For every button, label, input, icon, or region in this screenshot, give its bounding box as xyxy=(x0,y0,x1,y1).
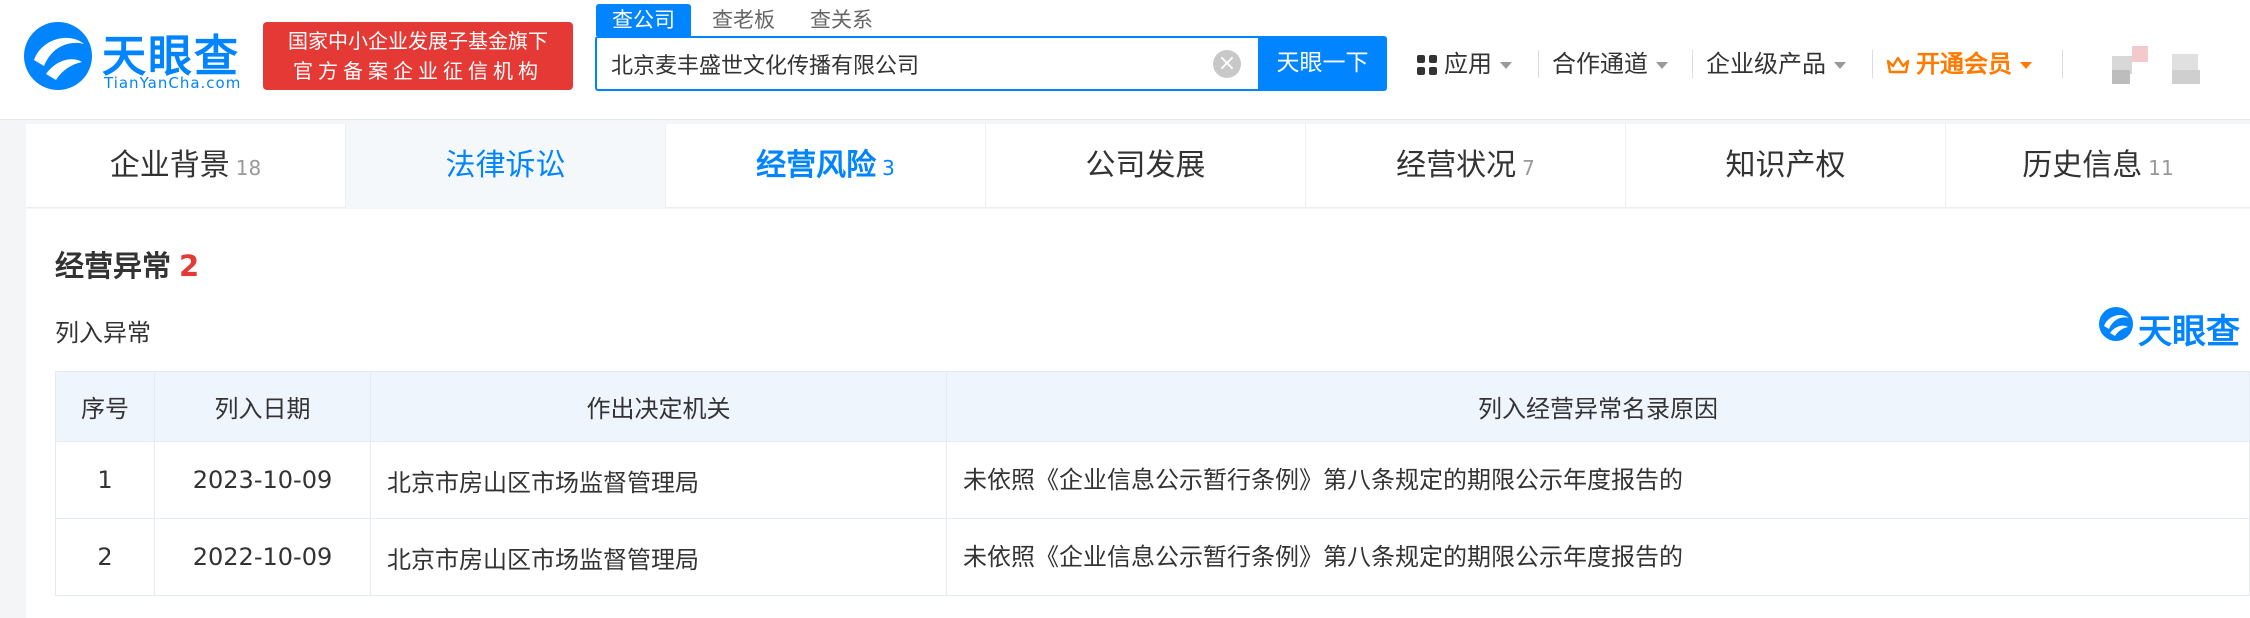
nav-vip[interactable]: 开通会员 xyxy=(1886,44,2032,84)
tab-development[interactable]: 公司发展 xyxy=(986,124,1306,208)
cell-authority: 北京市房山区市场监督管理局 xyxy=(370,441,947,519)
nav-partner-label: 合作通道 xyxy=(1552,50,1648,78)
cell-no: 2 xyxy=(55,518,155,596)
header-no: 序号 xyxy=(55,371,155,442)
search-input[interactable] xyxy=(611,46,1191,82)
section-tabs: 企业背景 18 法律诉讼 经营风险 3 公司发展 经营状况 7 知识产权 历史信息 11 xyxy=(26,124,2250,208)
cell-date: 2022-10-09 xyxy=(154,518,371,596)
tab-business-risk[interactable]: 经营风险 3 xyxy=(666,124,986,208)
nav-enterprise-label: 企业级产品 xyxy=(1706,50,1826,78)
tab-count: 7 xyxy=(1522,156,1535,180)
grid-icon xyxy=(1417,55,1437,75)
cell-no: 1 xyxy=(55,441,155,519)
cell-reason: 未依照《企业信息公示暂行条例》第八条规定的期限公示年度报告的 xyxy=(946,441,2250,519)
tab-count: 18 xyxy=(235,156,262,180)
tab-count: 11 xyxy=(2148,156,2174,180)
abnormal-table: 序号 列入日期 作出决定机关 列入经营异常名录原因 1 2023-10-09 北… xyxy=(55,371,2250,596)
search-box: × xyxy=(595,36,1258,91)
nav-apps-label: 应用 xyxy=(1444,50,1492,78)
logo-mark-icon xyxy=(24,22,92,90)
section-count: 2 xyxy=(179,249,200,283)
tab-label: 经营风险 xyxy=(756,148,877,183)
nav-enterprise[interactable]: 企业级产品 xyxy=(1706,44,1846,84)
nav-divider xyxy=(1692,50,1693,78)
tab-label: 知识产权 xyxy=(1725,148,1846,183)
section-subtitle: 列入异常 xyxy=(55,319,151,347)
tab-history[interactable]: 历史信息 11 xyxy=(1946,124,2250,208)
tab-litigation[interactable]: 法律诉讼 xyxy=(346,124,666,208)
tab-label: 历史信息 xyxy=(2022,148,2143,183)
tab-label: 公司发展 xyxy=(1085,148,1206,183)
tab-ip[interactable]: 知识产权 xyxy=(1626,124,1946,208)
nav-divider xyxy=(1872,50,1873,78)
header-reason: 列入经营异常名录原因 xyxy=(946,371,2250,442)
chevron-down-icon xyxy=(1656,61,1668,69)
clear-icon[interactable]: × xyxy=(1213,50,1241,78)
search-tab-company[interactable]: 查公司 xyxy=(596,4,691,36)
nav-divider xyxy=(2062,50,2063,78)
search-tab-relation[interactable]: 查关系 xyxy=(810,4,873,36)
badge-line-1: 国家中小企业发展子基金旗下 xyxy=(288,29,548,53)
watermark-logo-icon xyxy=(2099,307,2133,341)
nav-apps[interactable]: 应用 xyxy=(1416,44,1512,84)
tab-count: 3 xyxy=(882,156,895,180)
tianyancha-watermark: 天眼查 xyxy=(2098,304,2248,352)
tianyancha-logo[interactable]: 天眼查 TianYanCha.com xyxy=(22,18,254,98)
nav-vip-label: 开通会员 xyxy=(1916,50,2012,78)
search-tab-boss[interactable]: 查老板 xyxy=(712,4,775,36)
logo-subtitle: TianYanCha.com xyxy=(104,74,242,92)
cell-date: 2023-10-09 xyxy=(154,441,371,519)
table-header-row: 序号 列入日期 作出决定机关 列入经营异常名录原因 xyxy=(55,371,2250,442)
header-authority: 作出决定机关 xyxy=(370,371,947,442)
chevron-down-icon xyxy=(1500,61,1512,69)
tab-label: 企业背景 xyxy=(109,148,230,183)
table-row: 1 2023-10-09 北京市房山区市场监督管理局 未依照《企业信息公示暂行条… xyxy=(55,441,2250,519)
section-title: 经营异常 2 xyxy=(55,243,199,285)
tab-background[interactable]: 企业背景 18 xyxy=(26,124,346,208)
user-avatar[interactable] xyxy=(2082,42,2222,86)
chevron-down-icon xyxy=(1834,61,1846,69)
watermark-text: 天眼查 xyxy=(2138,312,2240,352)
badge-line-2: 官方备案企业征信机构 xyxy=(293,59,543,83)
tab-label: 法律诉讼 xyxy=(445,148,566,183)
official-badge: 国家中小企业发展子基金旗下 官方备案企业征信机构 xyxy=(263,22,573,90)
header-date: 列入日期 xyxy=(154,371,371,442)
top-header: 天眼查 TianYanCha.com 国家中小企业发展子基金旗下 官方备案企业征… xyxy=(0,0,2250,120)
cell-reason: 未依照《企业信息公示暂行条例》第八条规定的期限公示年度报告的 xyxy=(946,518,2250,596)
section-title-text: 经营异常 xyxy=(55,249,172,283)
abnormal-operations-section: 经营异常 2 列入异常 天眼查 序号 列入日期 作出决定机关 列入经营异常名录原因 xyxy=(26,209,2250,618)
nav-partner[interactable]: 合作通道 xyxy=(1552,44,1668,84)
table-row: 2 2022-10-09 北京市房山区市场监督管理局 未依照《企业信息公示暂行条… xyxy=(55,518,2250,596)
nav-divider xyxy=(1538,50,1539,78)
search-button[interactable]: 天眼一下 xyxy=(1258,36,1387,91)
crown-icon xyxy=(1886,56,1910,74)
cell-authority: 北京市房山区市场监督管理局 xyxy=(370,518,947,596)
tab-operations[interactable]: 经营状况 7 xyxy=(1306,124,1626,208)
tab-label: 经营状况 xyxy=(1396,148,1517,183)
chevron-down-icon xyxy=(2020,61,2032,69)
